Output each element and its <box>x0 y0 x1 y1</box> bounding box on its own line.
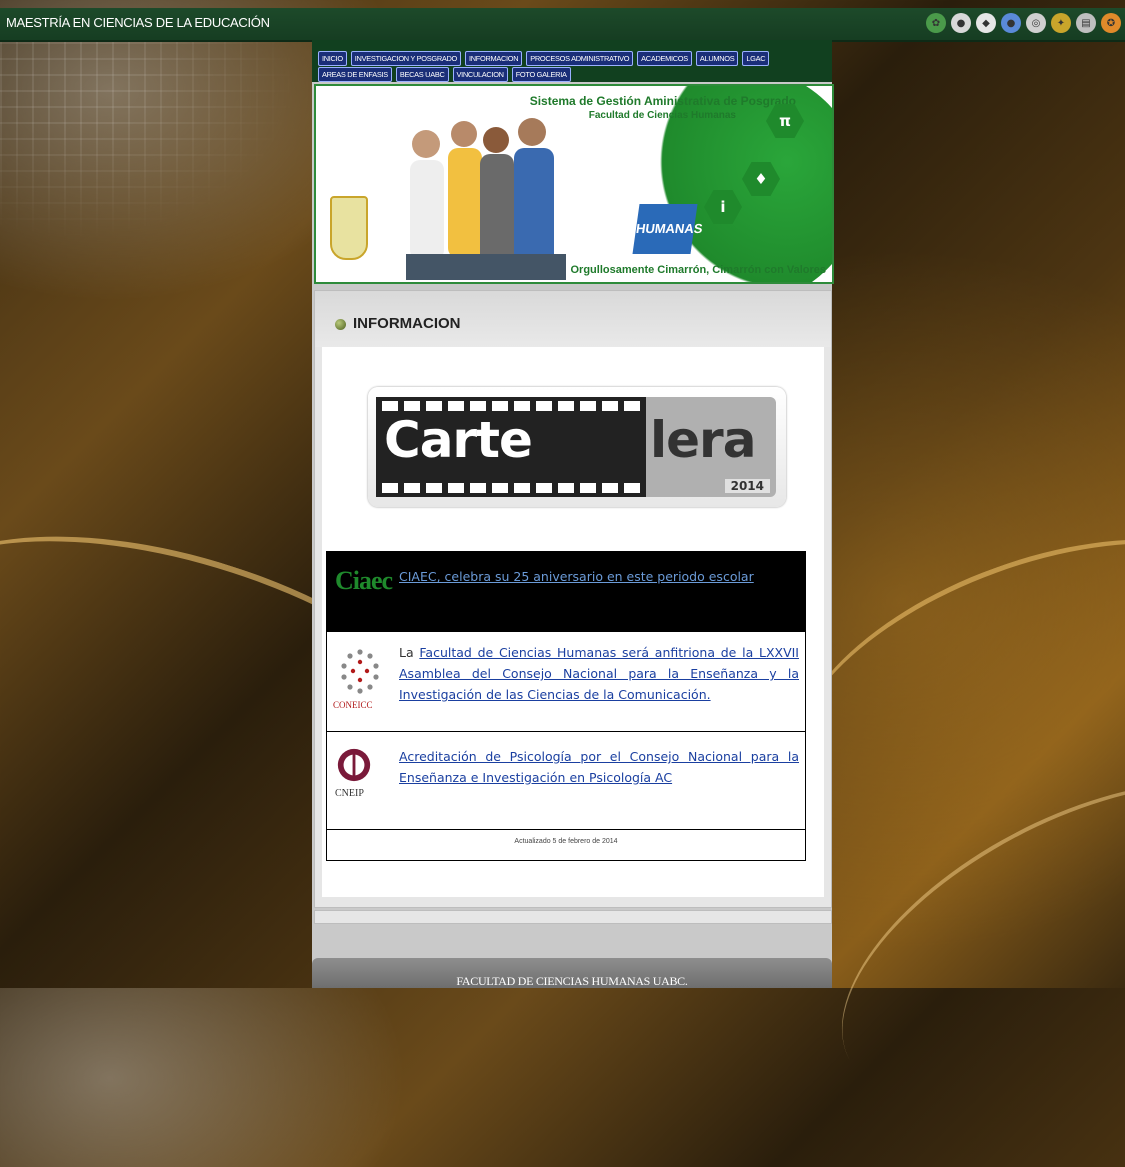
students-photo <box>406 118 566 280</box>
panel-separator <box>314 910 832 924</box>
nav-item-informacion[interactable]: INFORMACION <box>464 51 523 66</box>
nav-item-procesos-administrativo[interactable]: PROCESOS ADMINISTRATIVO <box>526 51 634 66</box>
section-heading: INFORMACION <box>353 315 461 332</box>
news-link[interactable]: Facultad de Ciencias Humanas será anfitr… <box>399 645 799 702</box>
news-item: CNEIP Acreditación de Psicología por el … <box>326 731 806 831</box>
info-panel: INFORMACION Carte lera 2014 Ciaec CIAEC,… <box>314 290 832 908</box>
nav-row-2: AREAS DE ENFASIS BECAS UABC VINCULACION FOT… <box>318 67 571 82</box>
globe-icon[interactable]: ◎ <box>1026 13 1046 33</box>
banner-title: Sistema de Gestión Aministrativa de Posg… <box>529 94 796 108</box>
news-text: La Facultad de Ciencias Humanas será anf… <box>399 642 799 705</box>
banner-slogan: Orgullosamente Cimarrón, Cimarrón con Va… <box>570 264 826 276</box>
person-icon[interactable]: ● <box>1001 13 1021 33</box>
uabc-icon[interactable]: ✿ <box>926 13 946 33</box>
news-link[interactable]: CIAEC, celebra su 25 aniversario en este… <box>399 569 754 584</box>
nav-item-areas-de-enfasis[interactable]: AREAS DE ENFASIS <box>318 67 392 82</box>
nav-item-investigacion-y-posgrado[interactable]: INVESTIGACION Y POSGRADO <box>350 51 461 66</box>
nav-item-foto-galeria[interactable]: FOTO GALERIA <box>511 67 571 82</box>
banner-subtitle: Facultad de Ciencias Humanas <box>588 110 736 121</box>
news-link[interactable]: Acreditación de Psicología por el Consej… <box>399 749 799 785</box>
diamond-icon[interactable]: ◆ <box>976 13 996 33</box>
bullet-icon <box>335 319 346 330</box>
badge-icon[interactable]: ✪ <box>1101 13 1121 33</box>
news-item: Ciaec CIAEC, celebra su 25 aniversario e… <box>326 551 806 633</box>
film-holes <box>382 483 640 493</box>
updated-date: Actualizado 5 de febrero de 2014 <box>514 838 618 845</box>
film-holes <box>382 401 640 411</box>
info-panel-header: INFORMACION <box>315 291 831 347</box>
cartelera-year: 2014 <box>724 479 770 493</box>
nav-item-academicos[interactable]: ACADEMICOS <box>637 51 692 66</box>
cartelera-banner[interactable]: Carte lera 2014 <box>368 387 786 507</box>
info-panel-body: Carte lera 2014 Ciaec CIAEC, celebra su … <box>322 347 824 897</box>
background-light-streak <box>791 716 1125 1167</box>
ciaec-logo-icon: Ciaec <box>335 566 393 595</box>
footer-text: FACULTAD DE CIENCIAS HUMANAS UABC. <box>456 974 688 988</box>
book-icon[interactable]: ▤ <box>1076 13 1096 33</box>
update-row: Actualizado 5 de febrero de 2014 <box>326 829 806 861</box>
news-item: CONEICC La Facultad de Ciencias Humanas … <box>326 631 806 733</box>
circle-icon[interactable]: ● <box>951 13 971 33</box>
site-title: MAESTRÍA EN CIENCIAS DE LA EDUCACIÓN <box>6 15 270 30</box>
cartelera-title-part1: Carte <box>384 411 533 469</box>
nav-item-vinculacion[interactable]: VINCULACION <box>452 67 508 82</box>
background-grid-decoration <box>0 42 300 242</box>
top-bar: MAESTRÍA EN CIENCIAS DE LA EDUCACIÓN ✿ ● ◆… <box>0 8 1125 42</box>
cneip-logo-label: CNEIP <box>335 788 364 799</box>
cartelera-title-part2: lera <box>650 411 756 469</box>
uabc-seal-icon <box>330 196 368 260</box>
nav-row-1: INICIO INVESTIGACION Y POSGRADO INFORMACIO… <box>318 51 770 66</box>
news-text: CIAEC, celebra su 25 aniversario en este… <box>399 566 799 587</box>
shield-icon[interactable]: ✦ <box>1051 13 1071 33</box>
top-icon-group: ✿ ● ◆ ● ◎ ✦ ▤ ✪ <box>926 13 1121 33</box>
cneip-logo-icon <box>337 748 371 782</box>
coneicc-logo-label: CONEICC <box>333 700 373 710</box>
humanas-badge: HUMANAS <box>632 204 704 254</box>
nav-item-becas-uabc[interactable]: BECAS UABC <box>395 67 449 82</box>
header-banner: Sistema de Gestión Aministrativa de Posg… <box>314 84 834 284</box>
nav-item-alumnos[interactable]: ALUMNOS <box>695 51 739 66</box>
footer: FACULTAD DE CIENCIAS HUMANAS UABC. <box>312 958 832 988</box>
news-text: Acreditación de Psicología por el Consej… <box>399 746 799 788</box>
main-nav: INICIO INVESTIGACION Y POSGRADO INFORMACIO… <box>312 40 832 82</box>
page-container: INICIO INVESTIGACION Y POSGRADO INFORMACIO… <box>312 40 834 988</box>
nav-item-lgac[interactable]: LGAC <box>742 51 770 66</box>
news-prefix: La <box>399 645 420 660</box>
nav-item-inicio[interactable]: INICIO <box>318 51 347 66</box>
